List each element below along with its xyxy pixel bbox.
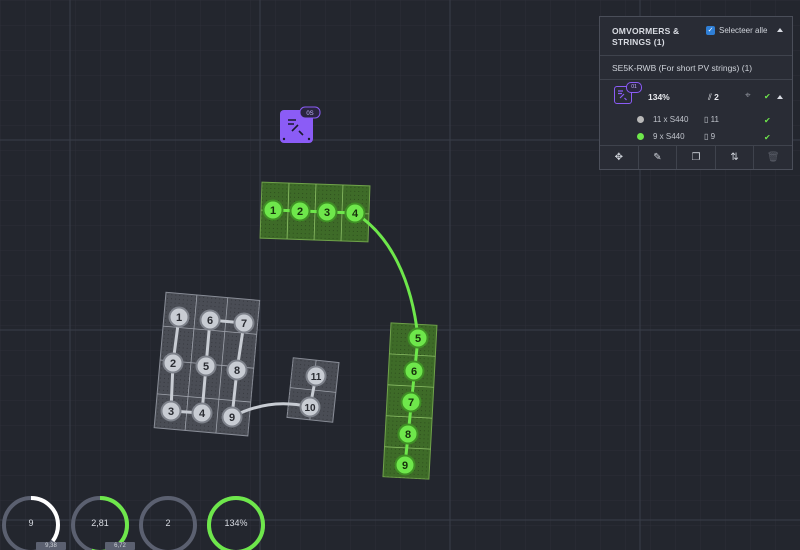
module-ok-icon: ✔ [764, 116, 771, 125]
gray-module-node[interactable]: 8 [226, 359, 248, 381]
copy-button[interactable]: ❐ [677, 146, 716, 169]
svg-text:9: 9 [229, 412, 235, 424]
svg-text:11: 11 [311, 372, 322, 383]
inverters-strings-panel: OMVORMERS & STRINGS (1) ✓ Selecteer alle… [599, 16, 793, 170]
green-module-node[interactable]: 5 [407, 327, 429, 349]
svg-text:6: 6 [207, 315, 213, 327]
svg-text:1: 1 [176, 312, 182, 324]
string-button[interactable]: ⇅ [716, 146, 755, 169]
collapse-panel-icon[interactable] [777, 28, 783, 32]
svg-text:1: 1 [270, 205, 276, 217]
green-module-node[interactable]: 7 [400, 391, 422, 413]
gray-module-node[interactable]: 11 [305, 365, 327, 387]
svg-text:3: 3 [324, 207, 330, 219]
pencil-icon: ✎ [653, 152, 662, 163]
svg-text:5: 5 [415, 333, 421, 345]
module-color-dot-gray [637, 116, 644, 123]
checkbox-checked-icon: ✓ [706, 26, 715, 35]
green-module-node[interactable]: 9 [394, 454, 416, 476]
strings-count-value: 2 [714, 92, 719, 102]
svg-text:8: 8 [234, 365, 240, 377]
gray-module-node[interactable]: 9 [221, 406, 243, 428]
gauge-tab-1: 9,38 [36, 542, 66, 550]
gauge-value-2: 2,81 [91, 518, 109, 528]
module-label: 11 x S440 [653, 115, 689, 124]
panel-toolbar: ✥ ✎ ❐ ⇅ 🗑 [600, 145, 792, 169]
svg-text:4: 4 [352, 208, 359, 220]
svg-text:8: 8 [405, 429, 411, 441]
module-ok-icon: ✔ [764, 133, 771, 142]
gauge-tab-2: 6,72 [105, 542, 135, 550]
string-icon: ⇅ [730, 152, 739, 163]
copy-icon: ❐ [691, 152, 701, 163]
svg-text:5: 5 [203, 361, 209, 373]
gray-module-node[interactable]: 4 [191, 402, 213, 424]
strings-count: ⫽ 2 [708, 92, 719, 103]
svg-text:6: 6 [411, 366, 417, 378]
svg-text:9: 9 [402, 460, 408, 472]
svg-text:2: 2 [170, 358, 176, 370]
green-module-node[interactable]: 3 [316, 201, 338, 223]
module-color-dot-green [637, 133, 644, 140]
gauge-value-3: 2 [165, 518, 171, 528]
inverter-badge: 01 [626, 82, 642, 93]
select-all-label: Selecteer alle [719, 26, 768, 35]
green-module-node[interactable]: 2 [289, 200, 311, 222]
gray-module-node[interactable]: 6 [199, 309, 221, 331]
gauge-value-1: 9 [28, 518, 34, 528]
select-all-checkbox[interactable]: ✓ Selecteer alle [706, 26, 767, 35]
green-module-node[interactable]: 6 [403, 360, 425, 382]
svg-text:4: 4 [199, 408, 206, 420]
panel-icon: ▯ [704, 132, 709, 141]
module-count-2: ▯ 9 [704, 132, 716, 141]
module-row-2[interactable]: 9 x S440 [637, 132, 685, 141]
crosshair-icon[interactable]: ⌖ [745, 90, 751, 101]
gray-module-node[interactable]: 7 [233, 312, 255, 334]
green-module-node[interactable]: 8 [397, 423, 419, 445]
inverter-name[interactable]: SE5K-RWB (For short PV strings) (1) [612, 63, 752, 73]
gray-module-node[interactable]: 5 [195, 355, 217, 377]
panel-icon: ▯ [704, 115, 709, 124]
edit-button[interactable]: ✎ [639, 146, 678, 169]
canvas-inverter-badge: 0S [306, 111, 313, 117]
svg-text:7: 7 [241, 318, 247, 330]
svg-text:10: 10 [304, 403, 316, 414]
inverter-ok-icon: ✔ [764, 92, 771, 101]
gray-module-node[interactable]: 3 [160, 400, 182, 422]
svg-text:3: 3 [168, 406, 174, 418]
delete-button[interactable]: 🗑 [754, 146, 792, 169]
strings-icon: ⫽ [708, 92, 712, 102]
gray-module-node[interactable]: 2 [162, 352, 184, 374]
gray-module-node[interactable]: 10 [299, 396, 321, 418]
gauge-value-4: 134% [224, 518, 248, 528]
move-button[interactable]: ✥ [600, 146, 639, 169]
panel-title-line2: STRINGS (1) [612, 37, 665, 47]
green-module-node[interactable]: 4 [344, 202, 366, 224]
module-row-1[interactable]: 11 x S440 [637, 115, 688, 124]
gray-module-node[interactable]: 1 [168, 306, 190, 328]
collapse-inverter-icon[interactable] [777, 95, 783, 99]
trash-icon: 🗑 [766, 152, 780, 163]
module-count-1: ▯ 11 [704, 115, 719, 124]
panel-header: OMVORMERS & STRINGS (1) ✓ Selecteer alle [600, 17, 792, 56]
inverter-percent: 134% [648, 92, 670, 102]
panel-title-line1: OMVORMERS & [612, 26, 680, 36]
panel-title: OMVORMERS & STRINGS (1) [612, 26, 704, 48]
svg-text:2: 2 [297, 206, 303, 218]
move-icon: ✥ [614, 152, 623, 163]
green-module-node[interactable]: 1 [262, 199, 284, 221]
svg-text:7: 7 [408, 397, 414, 409]
module-label: 9 x S440 [653, 132, 685, 141]
